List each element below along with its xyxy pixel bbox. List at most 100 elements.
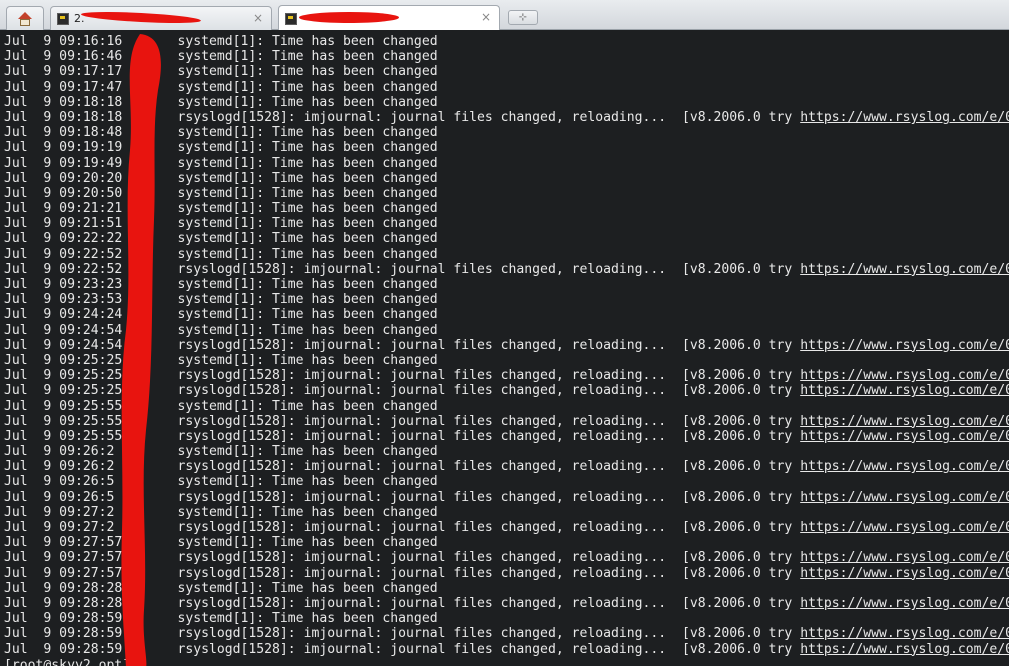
redaction-mark	[80, 9, 202, 26]
log-timestamp: Jul 9 09:28:59	[4, 626, 123, 642]
log-message: rsyslogd[1528]: imjournal: journal files…	[177, 565, 801, 581]
rsyslog-link[interactable]: https://www.rsyslog.com/e/0	[800, 414, 1009, 429]
tab-session-2[interactable]: ×	[278, 5, 500, 31]
log-message: systemd[1]: Time has been changed	[177, 170, 438, 186]
log-timestamp: Jul 9 09:19:19	[4, 140, 123, 156]
log-message: systemd[1]: Time has been changed	[177, 231, 438, 247]
log-message: systemd[1]: Time has been changed	[177, 216, 438, 232]
log-timestamp: Jul 9 09:17:47	[4, 79, 123, 95]
log-message: rsyslogd[1528]: imjournal: journal files…	[177, 368, 801, 384]
log-timestamp: Jul 9 09:26:2	[4, 459, 123, 475]
shell-prompt: [root@skyy2 opt]	[4, 658, 131, 666]
log-timestamp: Jul 9 09:28:28	[4, 580, 123, 596]
log-timestamp: Jul 9 09:24:54	[4, 337, 123, 353]
log-timestamp: Jul 9 09:18:18	[4, 109, 123, 125]
log-timestamp: Jul 9 09:20:20	[4, 170, 123, 186]
log-timestamp: Jul 9 09:27:57	[4, 535, 123, 551]
log-message: systemd[1]: Time has been changed	[177, 398, 438, 414]
rsyslog-link[interactable]: https://www.rsyslog.com/e/0	[800, 550, 1009, 565]
rsyslog-link[interactable]: https://www.rsyslog.com/e/0	[800, 368, 1009, 383]
log-timestamp: Jul 9 09:27:2	[4, 504, 123, 520]
log-message: systemd[1]: Time has been changed	[177, 94, 438, 110]
tab-session-2-close-icon[interactable]: ×	[481, 10, 491, 24]
log-message: systemd[1]: Time has been changed	[177, 322, 438, 338]
log-timestamp: Jul 9 09:28:59	[4, 611, 123, 627]
log-message: systemd[1]: Time has been changed	[177, 292, 438, 308]
log-message: rsyslogd[1528]: imjournal: journal files…	[177, 337, 801, 353]
rsyslog-link[interactable]: https://www.rsyslog.com/e/0	[800, 110, 1009, 125]
rsyslog-link[interactable]: https://www.rsyslog.com/e/0	[800, 490, 1009, 505]
rsyslog-link[interactable]: https://www.rsyslog.com/e/0	[800, 596, 1009, 611]
log-message: rsyslogd[1528]: imjournal: journal files…	[177, 428, 801, 444]
log-message: systemd[1]: Time has been changed	[177, 474, 438, 490]
log-message: systemd[1]: Time has been changed	[177, 49, 438, 65]
log-timestamp: Jul 9 09:25:25	[4, 383, 123, 399]
log-message: rsyslogd[1528]: imjournal: journal files…	[177, 626, 801, 642]
log-message: systemd[1]: Time has been changed	[177, 611, 438, 627]
rsyslog-link[interactable]: https://www.rsyslog.com/e/0	[800, 626, 1009, 641]
log-message: systemd[1]: Time has been changed	[177, 535, 438, 551]
rsyslog-link[interactable]: https://www.rsyslog.com/e/0	[800, 262, 1009, 277]
tab-session-1-close-icon[interactable]: ×	[253, 11, 263, 25]
log-message: rsyslogd[1528]: imjournal: journal files…	[177, 459, 801, 475]
log-timestamp: Jul 9 09:20:50	[4, 185, 123, 201]
log-timestamp: Jul 9 09:25:55	[4, 398, 123, 414]
log-timestamp: Jul 9 09:27:2	[4, 520, 123, 535]
log-message: systemd[1]: Time has been changed	[177, 140, 438, 156]
log-timestamp: Jul 9 09:16:46	[4, 49, 123, 65]
tab-session-1[interactable]: 2. ×	[50, 6, 272, 30]
rsyslog-link[interactable]: https://www.rsyslog.com/e/0	[800, 459, 1009, 474]
terminal-output[interactable]: Jul 9 09:16:16 systemd[1]: Time has been…	[0, 30, 1009, 666]
log-message: systemd[1]: Time has been changed	[177, 79, 438, 95]
rsyslog-link[interactable]: https://www.rsyslog.com/e/0	[800, 429, 1009, 444]
terminal-icon	[285, 12, 297, 25]
log-message: systemd[1]: Time has been changed	[177, 34, 438, 49]
log-message: systemd[1]: Time has been changed	[177, 155, 438, 171]
log-message: rsyslogd[1528]: imjournal: journal files…	[177, 413, 801, 429]
hostname-redaction	[121, 34, 161, 666]
log-timestamp: Jul 9 09:25:55	[4, 413, 123, 429]
rsyslog-link[interactable]: https://www.rsyslog.com/e/0	[800, 566, 1009, 581]
log-message: rsyslogd[1528]: imjournal: journal files…	[177, 109, 801, 125]
rsyslog-link[interactable]: https://www.rsyslog.com/e/0	[800, 520, 1009, 535]
new-tab-button[interactable]: ⊹	[508, 10, 538, 25]
log-timestamp: Jul 9 09:17:17	[4, 64, 123, 80]
log-timestamp: Jul 9 09:21:21	[4, 201, 123, 217]
log-message: systemd[1]: Time has been changed	[177, 185, 438, 201]
session-tab-bar: 2. × × ⊹	[0, 0, 1009, 31]
log-timestamp: Jul 9 09:28:59	[4, 641, 123, 657]
log-timestamp: Jul 9 09:25:55	[4, 428, 123, 444]
log-timestamp: Jul 9 09:22:52	[4, 246, 123, 262]
log-timestamp: Jul 9 09:26:5	[4, 489, 123, 505]
log-message: rsyslogd[1528]: imjournal: journal files…	[177, 595, 801, 611]
log-message: systemd[1]: Time has been changed	[177, 580, 438, 596]
log-timestamp: Jul 9 09:26:5	[4, 474, 123, 490]
home-icon	[17, 11, 33, 26]
terminal-icon	[57, 12, 69, 25]
log-message: systemd[1]: Time has been changed	[177, 277, 438, 292]
log-message: rsyslogd[1528]: imjournal: journal files…	[177, 641, 801, 657]
log-message: rsyslogd[1528]: imjournal: journal files…	[177, 383, 801, 399]
log-message: rsyslogd[1528]: imjournal: journal files…	[177, 489, 801, 505]
log-message: systemd[1]: Time has been changed	[177, 125, 438, 141]
log-message: systemd[1]: Time has been changed	[177, 352, 438, 368]
rsyslog-link[interactable]: https://www.rsyslog.com/e/0	[800, 338, 1009, 353]
log-timestamp: Jul 9 09:23:23	[4, 277, 123, 292]
log-timestamp: Jul 9 09:22:52	[4, 261, 123, 277]
log-timestamp: Jul 9 09:18:48	[4, 125, 123, 141]
log-timestamp: Jul 9 09:28:28	[4, 595, 123, 611]
log-message: systemd[1]: Time has been changed	[177, 504, 438, 520]
log-timestamp: Jul 9 09:18:18	[4, 94, 123, 110]
rsyslog-link[interactable]: https://www.rsyslog.com/e/0	[800, 642, 1009, 657]
tab-home[interactable]	[6, 6, 44, 30]
log-timestamp: Jul 9 09:25:25	[4, 352, 123, 368]
log-message: systemd[1]: Time has been changed	[177, 201, 438, 217]
log-timestamp: Jul 9 09:25:25	[4, 368, 123, 384]
log-message: systemd[1]: Time has been changed	[177, 444, 438, 460]
log-message: rsyslogd[1528]: imjournal: journal files…	[177, 261, 801, 277]
rsyslog-link[interactable]: https://www.rsyslog.com/e/0	[800, 383, 1009, 398]
log-message: systemd[1]: Time has been changed	[177, 64, 438, 80]
new-tab-icon: ⊹	[518, 12, 528, 23]
log-timestamp: Jul 9 09:23:53	[4, 292, 123, 308]
log-timestamp: Jul 9 09:22:22	[4, 231, 123, 247]
